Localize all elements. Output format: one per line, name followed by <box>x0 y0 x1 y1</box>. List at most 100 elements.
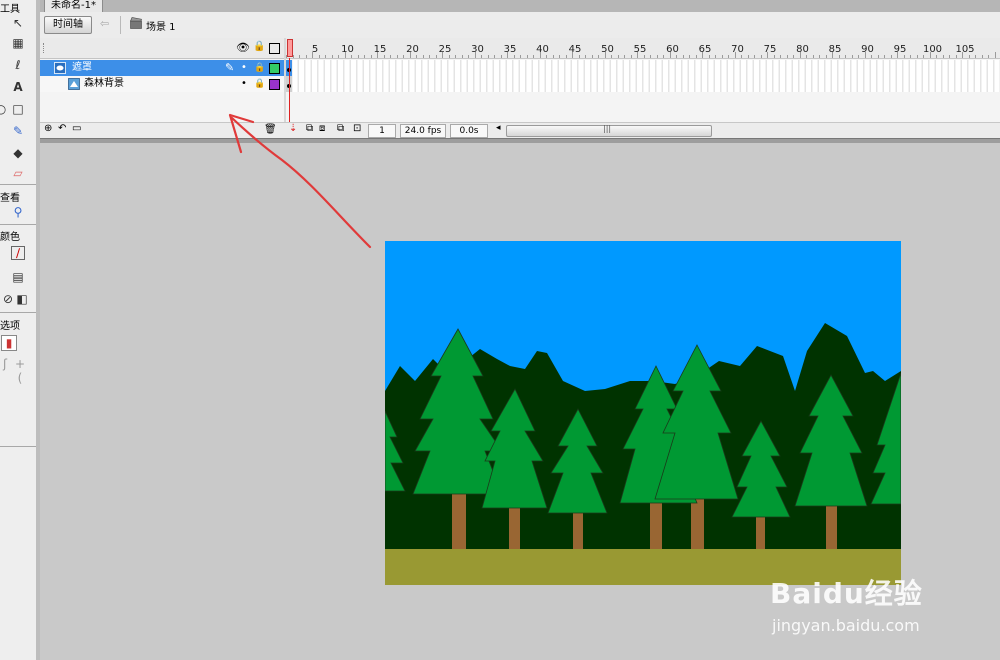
ruler-tick <box>890 55 892 58</box>
ruler-frame-number: 85 <box>828 44 842 55</box>
ruler-tick <box>624 55 625 58</box>
ruler-frame-number: 10 <box>341 44 354 55</box>
ruler-tick <box>910 55 911 58</box>
eraser-icon[interactable]: ▱ <box>11 166 25 180</box>
add-motion-guide-icon[interactable]: ↶ <box>58 123 66 134</box>
scroll-left-icon[interactable]: ◂ <box>496 123 501 133</box>
frame-ruler[interactable]: 5 10 15 20 25 30 35 40 45 50 55 60 65 70 75 80 85 90 95 100… <box>286 38 1000 59</box>
rectangle-tool-icon[interactable]: □ <box>11 102 25 116</box>
stage-divider[interactable] <box>40 138 1000 143</box>
panel-grip-icon[interactable] <box>43 43 46 53</box>
insert-layer-icon[interactable]: ⊕ <box>44 123 52 134</box>
ruler-frame-number: 105 <box>955 44 975 55</box>
insert-folder-icon[interactable]: ▭ <box>72 123 81 134</box>
ruler-tick <box>533 55 534 58</box>
ruler-tick <box>338 55 339 58</box>
ruler-tick <box>357 55 359 58</box>
show-hide-eye-icon[interactable]: 👁 <box>236 41 250 54</box>
colors-divider <box>0 312 36 313</box>
ruler-tick <box>643 55 645 58</box>
paint-bucket-icon[interactable]: ◆ <box>11 146 25 160</box>
ruler-tick <box>331 55 333 58</box>
lock-icon[interactable]: 🔒 <box>254 76 265 92</box>
layer-header: 👁 🔒 <box>40 38 284 59</box>
ruler-frame-number: 65 <box>698 44 712 55</box>
ruler-frame-number: 5 <box>311 44 319 55</box>
lock-all-icon[interactable]: 🔒 <box>253 41 265 52</box>
scene-name[interactable]: 场景 1 <box>146 18 176 33</box>
ruler-tick <box>481 55 482 58</box>
options-label: 选项 <box>0 321 20 332</box>
smooth-icon[interactable]: ʃ <box>0 357 12 371</box>
ruler-tick <box>825 55 827 58</box>
ruler-tick <box>448 55 450 58</box>
frame-rate-field[interactable]: 24.0 fps <box>400 124 446 138</box>
ruler-tick <box>877 55 879 58</box>
ruler-tick <box>364 55 365 58</box>
ruler-tick <box>585 55 586 58</box>
ruler-tick <box>650 55 651 58</box>
back-arrow-icon[interactable]: ⇦ <box>100 17 109 30</box>
fill-color-swatch-icon[interactable]: ∕ <box>11 246 25 260</box>
free-transform-icon[interactable]: ▦ <box>11 36 25 50</box>
ruler-tick <box>812 55 814 58</box>
ruler-frame-number: 20 <box>406 44 419 55</box>
ruler-tick <box>487 55 489 58</box>
ruler-tick <box>559 55 560 58</box>
ruler-tick <box>981 55 983 58</box>
stage-canvas[interactable] <box>385 241 901 585</box>
brush-tool-icon[interactable]: ✎ <box>11 124 25 138</box>
ruler-tick <box>461 55 463 58</box>
timeline-toggle-button[interactable]: 时间轴 <box>44 16 92 34</box>
oval-tool-icon[interactable]: ○ <box>0 102 8 116</box>
text-tool-icon[interactable]: A <box>11 80 25 94</box>
default-colors-icon[interactable]: ◧ <box>15 292 29 306</box>
lock-icon[interactable]: 🔒 <box>254 60 265 76</box>
visibility-dot-icon[interactable]: • <box>241 76 247 92</box>
layer-row-mask[interactable]: 遮罩 ✎ • 🔒 <box>40 60 284 76</box>
straighten-icon[interactable]: +( <box>13 357 27 385</box>
lasso-icon[interactable]: ℓ <box>11 58 25 72</box>
ruler-tick <box>435 55 437 58</box>
ruler-tick <box>728 55 729 58</box>
ruler-tick <box>552 55 554 58</box>
tools-panel: 工具 ↖ ▦ ℓ A ○ □ ✎ ◆ ▱ 查看 ⚲ 颜色 ∕ ▤ ⊘ ◧ 选项 … <box>0 0 37 660</box>
selection-arrow-icon[interactable]: ↖ <box>11 16 25 30</box>
ruler-tick <box>871 55 872 58</box>
layer-outline-color-swatch[interactable] <box>269 63 280 74</box>
layer-name[interactable]: 森林背景 <box>84 76 124 92</box>
ruler-tick <box>884 55 885 58</box>
ruler-tick <box>676 55 677 58</box>
ruler-frame-number: 30 <box>471 44 484 55</box>
visibility-dot-icon[interactable]: • <box>241 60 247 76</box>
ruler-tick <box>903 55 905 58</box>
ruler-tick <box>994 52 996 58</box>
layer-outline-color-swatch[interactable] <box>269 79 280 90</box>
timeline-horizontal-scrollbar[interactable]: ||| <box>506 124 712 137</box>
ruler-tick <box>318 55 320 58</box>
ruler-tick <box>305 55 307 58</box>
elapsed-time-field: 0.0s <box>450 124 488 138</box>
ruler-tick <box>351 55 352 58</box>
ruler-tick <box>611 55 612 58</box>
ruler-tick <box>715 55 716 58</box>
frame-row-forest-background[interactable] <box>286 76 1000 93</box>
no-color-icon[interactable]: ⊘ <box>1 292 15 306</box>
layer-row-forest-background[interactable]: 森林背景 • 🔒 <box>40 76 284 93</box>
options-divider <box>0 446 36 447</box>
ruler-tick <box>793 55 794 58</box>
ruler-tick <box>708 55 710 58</box>
ruler-tick <box>741 55 742 58</box>
ruler-tick <box>851 55 853 58</box>
tools-divider <box>0 184 36 185</box>
swap-colors-icon[interactable]: ▤ <box>11 270 25 284</box>
ruler-tick <box>630 55 632 58</box>
zoom-icon[interactable]: ⚲ <box>11 205 25 219</box>
ruler-tick <box>695 55 697 58</box>
ruler-tick <box>975 55 976 58</box>
playhead[interactable] <box>287 39 293 57</box>
snap-magnet-icon[interactable]: ▮ <box>1 335 17 351</box>
outline-all-icon[interactable] <box>269 43 280 54</box>
frame-row-mask[interactable] <box>286 60 1000 76</box>
layer-name[interactable]: 遮罩 <box>72 60 92 76</box>
